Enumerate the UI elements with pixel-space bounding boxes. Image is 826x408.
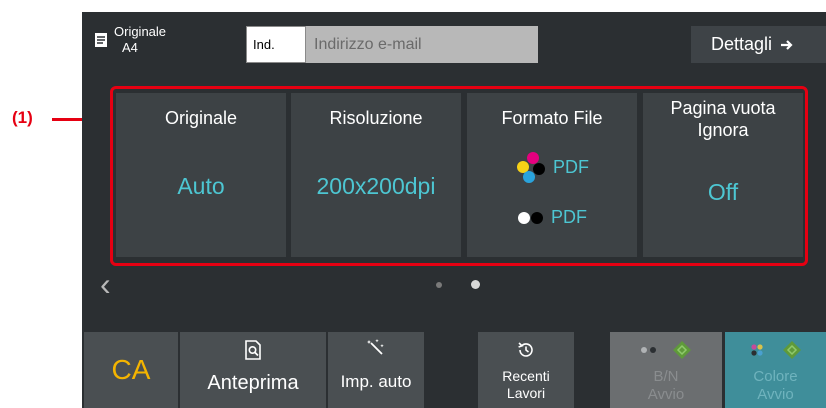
preview-icon (245, 340, 261, 360)
auto-set-button[interactable]: Imp. auto (328, 332, 424, 408)
file-format-setting-tile[interactable]: Formato File PDF PDF (467, 93, 637, 257)
tile-title: Originale (164, 108, 238, 128)
original-size-info[interactable]: Originale A4 (114, 24, 166, 56)
tile-title: Risoluzione (329, 108, 423, 128)
color-dots-icon (750, 344, 763, 356)
color-line1: Colore (753, 368, 798, 385)
color-format-row: PDF (467, 151, 637, 183)
color-mode-icon (517, 152, 545, 183)
arrow-right-icon (781, 39, 793, 50)
address-book-button[interactable]: Ind. (246, 26, 306, 63)
auto-set-label: Imp. auto (340, 372, 412, 391)
bw-line1: B/N (653, 368, 679, 385)
recent-line1: Recenti (502, 368, 550, 384)
preview-label: Anteprima (207, 372, 299, 394)
scanner-panel: Originale A4 Ind. Dettagli Originale Aut… (82, 12, 826, 408)
color-start-icons (725, 340, 826, 360)
document-icon (94, 32, 108, 48)
bw-start-label: B/N Avvio (610, 368, 722, 404)
bw-format-value: PDF (551, 207, 587, 227)
tile-value: 200x200dpi (316, 173, 436, 199)
bw-line2: Avvio (647, 386, 685, 403)
blank-page-setting-tile[interactable]: Pagina vuota Ignora Off (643, 93, 803, 257)
color-format-value: PDF (553, 156, 589, 177)
callout-label: (1) (12, 108, 33, 127)
start-diamond-icon (782, 341, 801, 359)
previous-page-arrow[interactable]: ‹ (100, 266, 111, 302)
color-start-label: Colore Avvio (725, 368, 826, 404)
recent-line2: Lavori (506, 385, 546, 401)
bw-format-row: PDF (467, 207, 637, 228)
bw-mode-icon (518, 211, 543, 224)
details-button[interactable]: Dettagli (691, 26, 826, 63)
clear-all-button[interactable]: CA (84, 332, 178, 408)
original-setting-tile[interactable]: Originale Auto (116, 93, 286, 257)
bw-start-button[interactable]: B/N Avvio (610, 332, 722, 408)
tile-title: Pagina vuota Ignora (643, 97, 803, 141)
tile-title: Formato File (501, 108, 603, 128)
recent-jobs-label: Recenti Lavori (478, 368, 574, 402)
color-line2: Avvio (757, 386, 794, 403)
original-size: A4 (122, 40, 138, 55)
page-indicator-dot-active (471, 280, 480, 289)
tile-value: Auto (177, 173, 225, 199)
resolution-setting-tile[interactable]: Risoluzione 200x200dpi (291, 93, 461, 257)
original-label: Originale (114, 24, 167, 39)
details-label: Dettagli (711, 34, 773, 54)
color-start-button[interactable]: Colore Avvio (725, 332, 826, 408)
recent-jobs-button[interactable]: Recenti Lavori (478, 332, 574, 408)
preview-button[interactable]: Anteprima (180, 332, 326, 408)
tile-title-line2: Ignora (697, 120, 749, 140)
address-bar: Ind. (246, 26, 538, 63)
bw-dots-icon (641, 347, 656, 353)
magic-wand-icon (367, 339, 384, 355)
tile-value: Off (707, 179, 739, 205)
action-bar: CA Anteprima Imp. auto Recenti Lavori B/… (82, 332, 826, 408)
bw-start-icons (610, 340, 722, 360)
tile-title-line1: Pagina vuota (670, 98, 776, 118)
start-diamond-icon (673, 341, 691, 359)
history-icon (518, 342, 533, 357)
page-indicator-dot (436, 282, 442, 288)
email-address-input[interactable] (306, 26, 538, 63)
